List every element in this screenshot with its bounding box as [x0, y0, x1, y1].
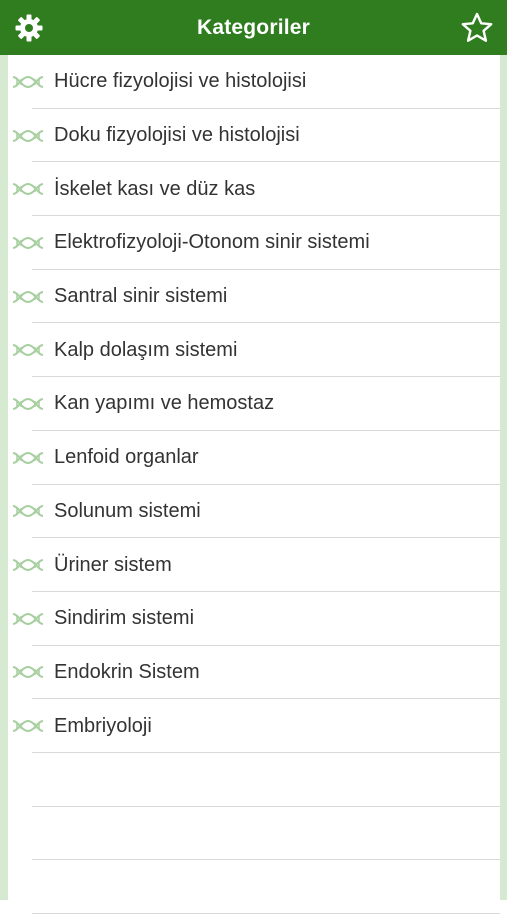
category-list-item[interactable]: Endokrin Sistem	[8, 646, 500, 700]
category-label: Hücre fizyolojisi ve histolojisi	[54, 70, 307, 93]
category-label: Lenfoid organlar	[54, 446, 199, 469]
category-label: Üriner sistem	[54, 553, 172, 576]
dna-helix-icon	[12, 129, 44, 142]
category-list-item[interactable]: Kalp dolaşım sistemi	[8, 323, 500, 377]
category-label: Kan yapımı ve hemostaz	[54, 392, 275, 415]
category-label: Embriyoloji	[54, 714, 152, 737]
category-list-item[interactable]: Embriyoloji	[8, 699, 500, 753]
category-list-item[interactable]: Santral sinir sistemi	[8, 270, 500, 324]
category-list-item[interactable]: Sindirim sistemi	[8, 592, 500, 646]
category-label: Doku fizyolojisi ve histolojisi	[54, 124, 300, 147]
category-list: Hücre fizyolojisi ve histolojisi Doku fiz…	[8, 55, 500, 914]
category-list-item[interactable]: Elektrofizyoloji-Otonom sinir sistemi	[8, 216, 500, 270]
dna-helix-icon	[12, 505, 44, 518]
dna-helix-icon	[12, 612, 44, 625]
page-title: Kategoriler	[196, 15, 311, 39]
category-list-item[interactable]: İskelet kası ve düz kas	[8, 162, 500, 216]
favorites-button[interactable]	[457, 0, 497, 55]
category-label: İskelet kası ve düz kas	[54, 177, 256, 200]
category-label: Kalp dolaşım sistemi	[54, 338, 238, 361]
empty-list-row	[8, 860, 500, 914]
category-list-item[interactable]: Lenfoid organlar	[8, 431, 500, 485]
dna-helix-icon	[12, 183, 44, 196]
empty-list-row	[8, 807, 500, 861]
category-label: Santral sinir sistemi	[54, 285, 228, 308]
category-list-item[interactable]: Kan yapımı ve hemostaz	[8, 377, 500, 431]
dna-helix-icon	[12, 559, 44, 572]
category-list-item[interactable]: Üriner sistem	[8, 538, 500, 592]
category-list-item[interactable]: Doku fizyolojisi ve histolojisi	[8, 109, 500, 163]
category-label: Solunum sistemi	[54, 499, 201, 522]
dna-helix-icon	[12, 451, 44, 464]
category-label: Endokrin Sistem	[54, 660, 200, 683]
empty-list-row	[8, 753, 500, 807]
dna-helix-icon	[12, 236, 44, 249]
category-list-item[interactable]: Hücre fizyolojisi ve histolojisi	[8, 55, 500, 109]
category-list-item[interactable]: Solunum sistemi	[8, 485, 500, 539]
dna-helix-icon	[12, 75, 44, 88]
category-list-container: Hücre fizyolojisi ve histolojisi Doku fiz…	[8, 55, 500, 914]
gear-icon	[15, 14, 43, 41]
navigation-bar: Kategoriler	[0, 0, 507, 55]
dna-helix-icon	[12, 397, 44, 410]
list-background: Hücre fizyolojisi ve histolojisi Doku fiz…	[0, 55, 507, 914]
settings-button[interactable]	[12, 0, 46, 55]
dna-helix-icon	[12, 290, 44, 303]
dna-helix-icon	[12, 666, 44, 679]
dna-helix-icon	[12, 344, 44, 357]
dna-helix-icon	[12, 720, 44, 733]
category-label: Elektrofizyoloji-Otonom sinir sistemi	[54, 231, 370, 254]
category-label: Sindirim sistemi	[54, 607, 195, 630]
star-outline-icon	[461, 12, 493, 42]
